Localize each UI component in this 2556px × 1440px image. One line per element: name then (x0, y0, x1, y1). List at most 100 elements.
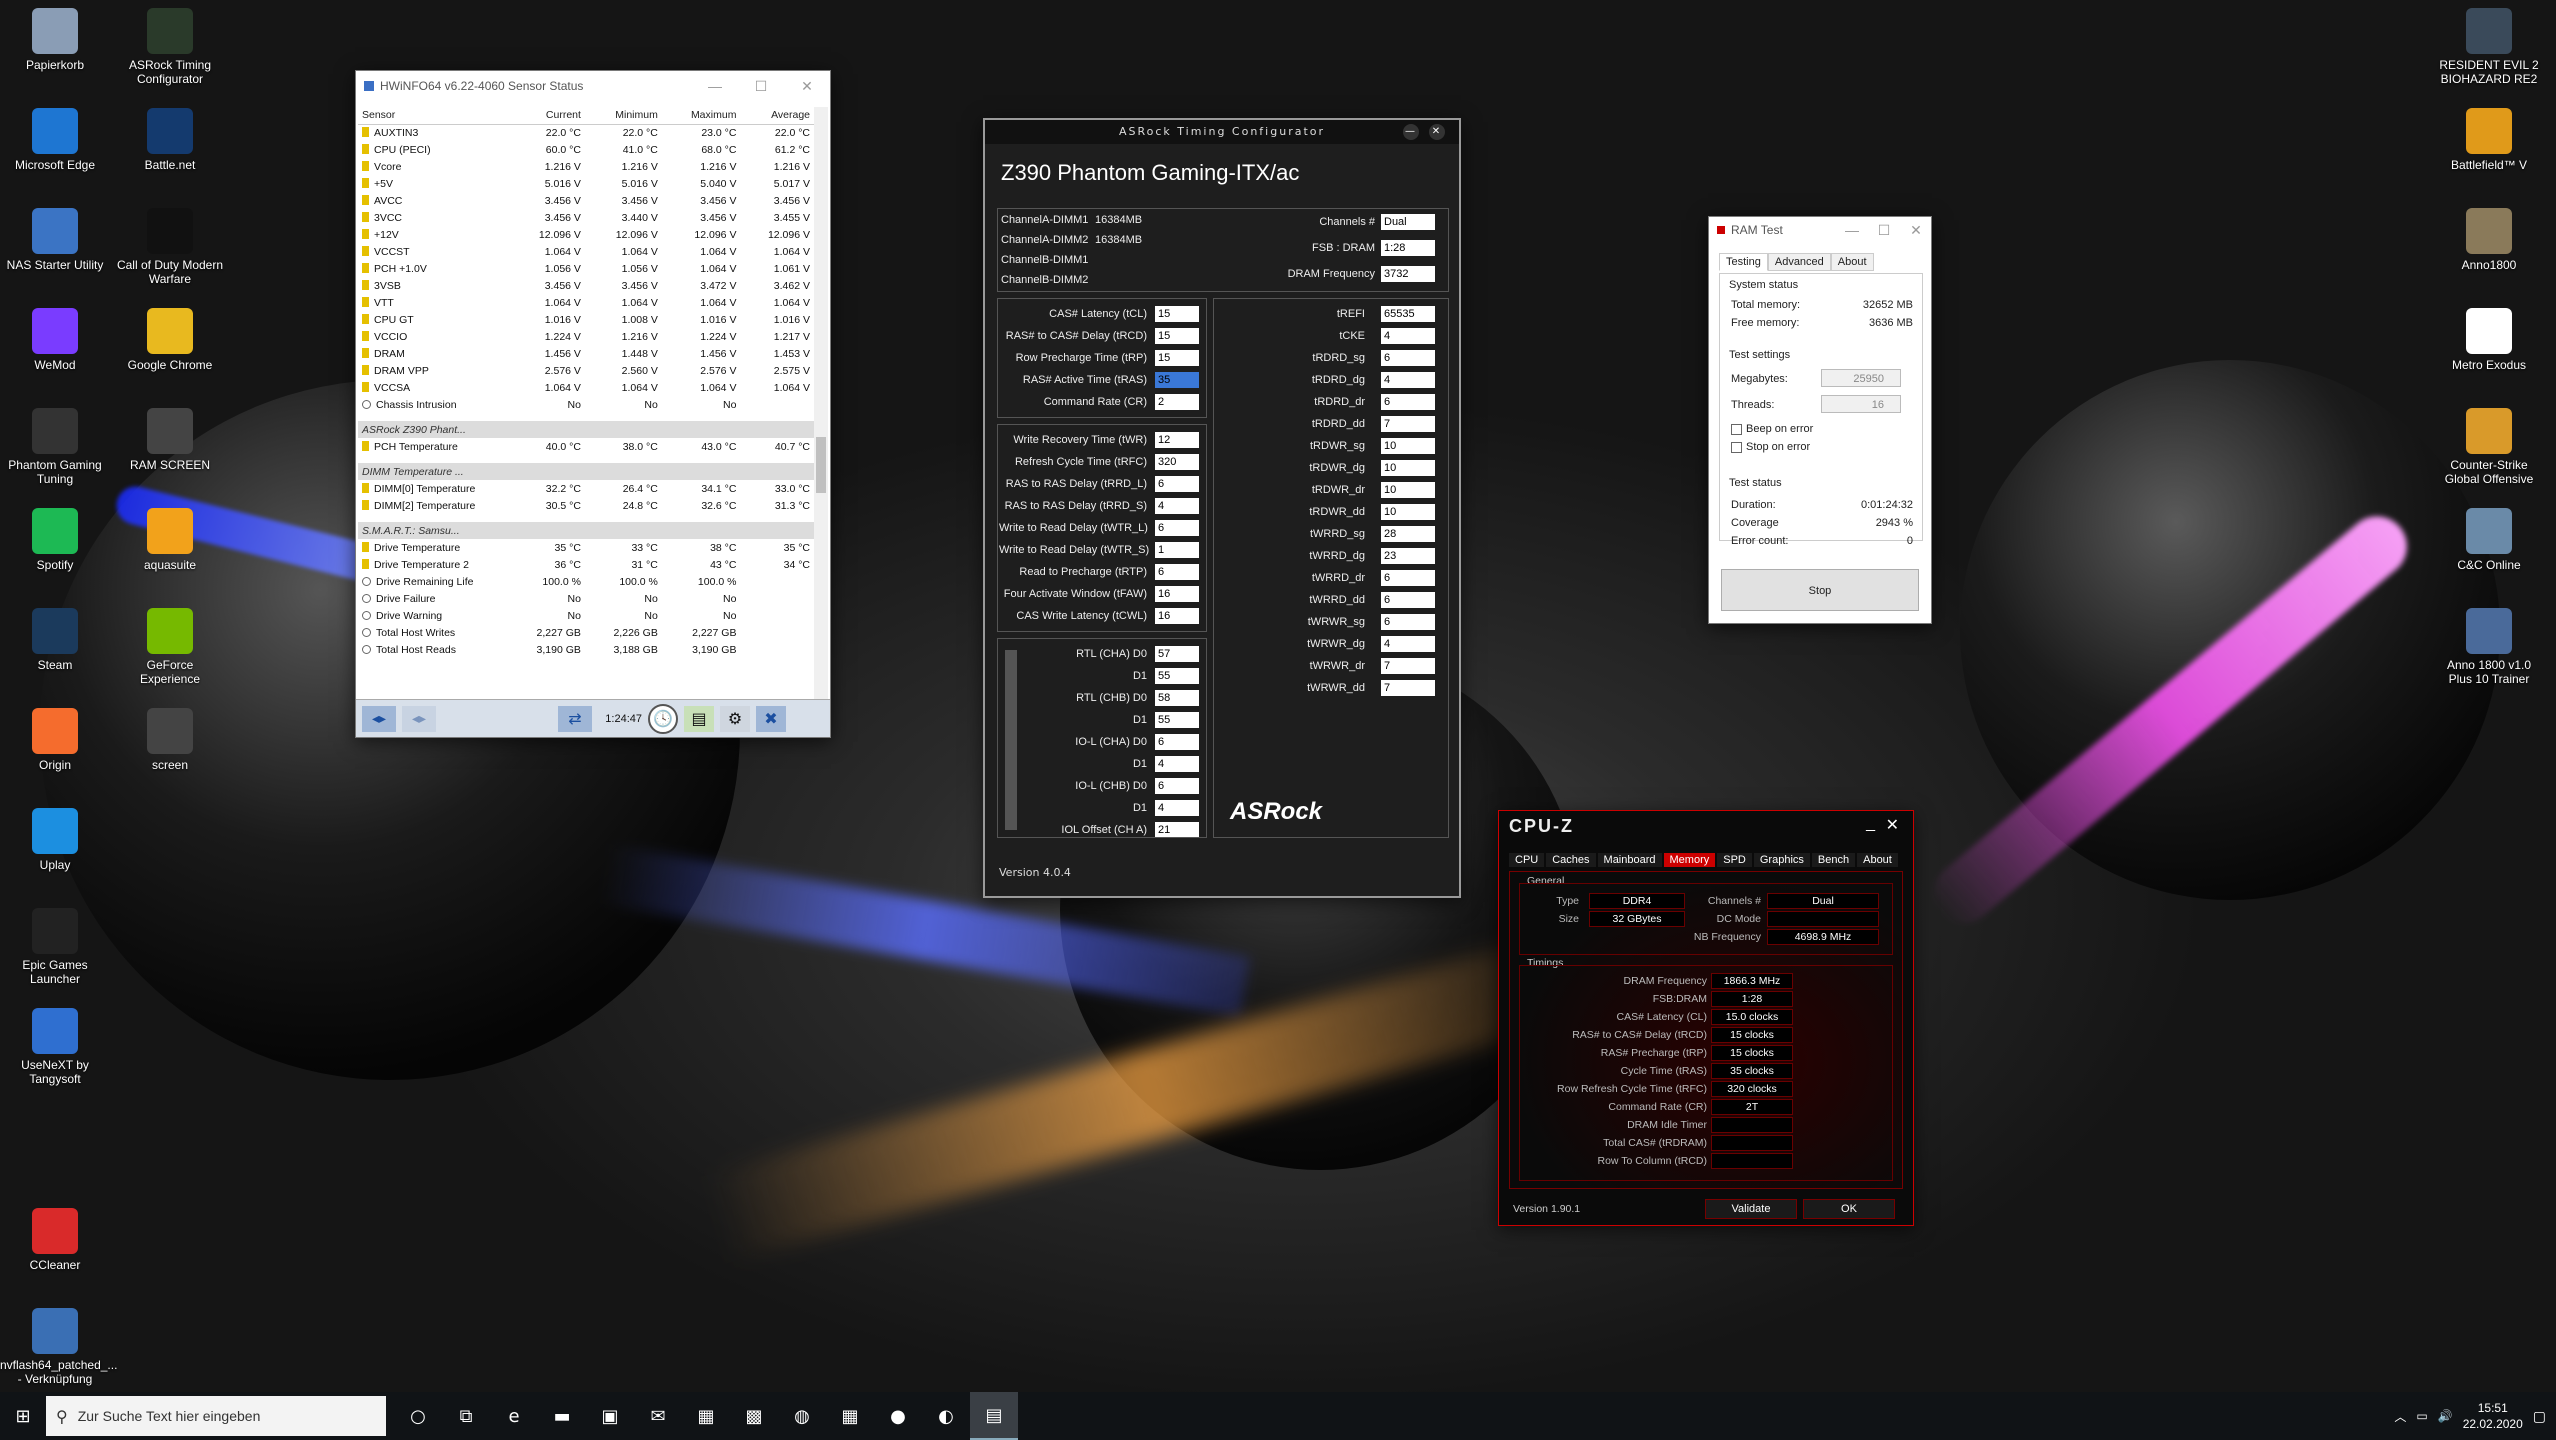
stop-button[interactable]: Stop (1721, 569, 1919, 611)
desktop-icon[interactable]: Phantom Gaming Tuning (0, 408, 110, 486)
desktop-icon[interactable]: Epic Games Launcher (0, 908, 110, 986)
beep-on-error-checkbox[interactable]: Beep on error (1731, 423, 1813, 435)
desktop-icon[interactable]: UseNeXT by Tangysoft (0, 1008, 110, 1086)
volume-icon[interactable]: 🔊 (2438, 1409, 2453, 1423)
task-view-icon[interactable]: ○ (394, 1392, 442, 1440)
sensor-group-header[interactable]: S.M.A.R.T.: Samsu... (358, 522, 814, 539)
tab-graphics[interactable]: Graphics (1753, 853, 1810, 867)
tab-about[interactable]: About (1857, 853, 1898, 867)
clock-icon[interactable]: 🕓 (648, 703, 678, 734)
table-row[interactable]: DRAM VPP 2.576 V 2.560 V 2.576 V 2.575 V (358, 362, 814, 379)
tab-testing[interactable]: Testing (1719, 253, 1768, 271)
mail-icon[interactable]: ✉ (634, 1392, 682, 1440)
table-row[interactable]: Chassis Intrusion No No No (358, 396, 814, 413)
close-button[interactable]: ✕ (1901, 217, 1931, 243)
tray-chevron-icon[interactable]: ︿ (2394, 1408, 2406, 1425)
table-row[interactable]: Drive Remaining Life 100.0 % 100.0 % 100.0 … (358, 573, 814, 590)
asrock-titlebar[interactable]: ASRock Timing Configurator — ✕ (985, 120, 1459, 144)
table-row[interactable]: CPU (PECI) 60.0 °C 41.0 °C 68.0 °C 61.2 °C (358, 141, 814, 158)
desktop-icon[interactable]: Microsoft Edge (0, 108, 110, 172)
tab-advanced[interactable]: Advanced (1767, 253, 1831, 271)
megabytes-input[interactable]: 25950 (1821, 369, 1901, 387)
hwinfo-scrollbar[interactable] (814, 107, 828, 701)
validate-button[interactable]: Validate (1705, 1199, 1797, 1219)
nav-arrows-icon[interactable]: ◂▸ (362, 705, 396, 732)
column-header[interactable]: Current (508, 107, 585, 125)
edge-icon[interactable]: e (490, 1392, 538, 1440)
desktop-icon[interactable]: NAS Starter Utility (0, 208, 110, 272)
desktop-icon[interactable]: Anno 1800 v1.0 Plus 10 Trainer (2434, 608, 2544, 686)
asrock-icon[interactable]: ▦ (682, 1392, 730, 1440)
close-x-icon[interactable]: ✖ (756, 705, 786, 732)
column-header[interactable]: Sensor (358, 107, 508, 125)
stop-on-error-checkbox[interactable]: Stop on error (1731, 441, 1810, 453)
table-row[interactable]: VCCIO 1.224 V 1.216 V 1.224 V 1.217 V (358, 328, 814, 345)
column-header[interactable]: Average (740, 107, 814, 125)
minimize-button[interactable]: — (1403, 124, 1419, 140)
ramtest-titlebar[interactable]: RAM Test — ☐ ✕ (1709, 217, 1931, 243)
report-icon[interactable]: ▤ (684, 705, 714, 732)
network-icon[interactable]: ⇄ (558, 705, 592, 732)
desktop-icon[interactable]: Battle.net (115, 108, 225, 172)
table-row[interactable]: DIMM[0] Temperature 32.2 °C 26.4 °C 34.1 °C… (358, 480, 814, 497)
table-row[interactable]: CPU GT 1.016 V 1.008 V 1.016 V 1.016 V (358, 311, 814, 328)
desktop-icon[interactable]: GeForce Experience (115, 608, 225, 686)
cpuz-titlebar[interactable]: CPU-Z _ ✕ (1499, 811, 1913, 841)
table-row[interactable]: Total Host Reads 3,190 GB 3,188 GB 3,190 GB (358, 641, 814, 658)
dram-frequency-field[interactable]: 3732 (1381, 266, 1435, 282)
channels-field[interactable]: Dual (1381, 214, 1435, 230)
tab-about[interactable]: About (1830, 253, 1874, 271)
desktop-icon[interactable]: Anno1800 (2434, 208, 2544, 272)
desktop-icon[interactable]: Spotify (0, 508, 110, 572)
tab-memory[interactable]: Memory (1663, 853, 1716, 867)
ccleaner-icon[interactable]: ◐ (922, 1392, 970, 1440)
nav-arrows-icon[interactable]: ◂▸ (402, 705, 436, 732)
desktop-icon[interactable]: Metro Exodus (2434, 308, 2544, 372)
task-view-icon[interactable]: ⧉ (442, 1392, 490, 1440)
column-header[interactable]: Maximum (661, 107, 741, 125)
maximize-button[interactable]: ☐ (738, 71, 784, 101)
close-button[interactable]: ✕ (1429, 124, 1445, 140)
table-row[interactable]: AUXTIN3 22.0 °C 22.0 °C 23.0 °C 22.0 °C (358, 124, 814, 141)
start-windows-icon[interactable]: ⊞ (0, 1392, 46, 1440)
tab-mainboard[interactable]: Mainboard (1597, 853, 1662, 867)
table-row[interactable]: DRAM 1.456 V 1.448 V 1.456 V 1.453 V (358, 345, 814, 362)
table-row[interactable]: 3VSB 3.456 V 3.456 V 3.472 V 3.462 V (358, 277, 814, 294)
table-row[interactable]: +12V 12.096 V 12.096 V 12.096 V 12.096 V (358, 226, 814, 243)
desktop-icon[interactable]: Google Chrome (115, 308, 225, 372)
aquasuite-icon[interactable]: ◍ (778, 1392, 826, 1440)
tab-caches[interactable]: Caches (1546, 853, 1596, 867)
maximize-button[interactable]: ☐ (1869, 217, 1899, 243)
desktop-icon[interactable]: RAM SCREEN (115, 408, 225, 472)
minimize-button[interactable]: — (692, 71, 738, 101)
desktop-icon[interactable]: WeMod (0, 308, 110, 372)
hwinfo-titlebar[interactable]: HWiNFO64 v6.22-4060 Sensor Status — ☐ ✕ (356, 71, 830, 101)
desktop-icon[interactable]: Counter-Strike Global Offensive (2434, 408, 2544, 486)
ok-button[interactable]: OK (1803, 1199, 1895, 1219)
origin-icon[interactable]: ● (874, 1392, 922, 1440)
desktop-icon[interactable]: C&C Online (2434, 508, 2544, 572)
table-row[interactable]: Drive Warning No No No (358, 607, 814, 624)
sensor-group-header[interactable]: DIMM Temperature ... (358, 463, 814, 480)
desktop-icon[interactable]: Battlefield™ V (2434, 108, 2544, 172)
notifications-icon[interactable]: ▢ (2533, 1408, 2546, 1425)
store-icon[interactable]: ▣ (586, 1392, 634, 1440)
file-explorer-icon[interactable]: ▬ (538, 1392, 586, 1440)
desktop-icon[interactable]: CCleaner (0, 1208, 110, 1272)
fsb-field[interactable]: 1:28 (1381, 240, 1435, 256)
tab-bench[interactable]: Bench (1811, 853, 1856, 867)
network-tray-icon[interactable]: ▭ (2416, 1409, 2427, 1423)
minimize-button[interactable]: _ (1866, 815, 1875, 833)
settings-gear-icon[interactable]: ⚙ (720, 705, 750, 732)
desktop-icon[interactable]: Steam (0, 608, 110, 672)
table-row[interactable]: PCH Temperature 40.0 °C 38.0 °C 43.0 °C 40.7… (358, 438, 814, 455)
desktop-icon[interactable]: nvflash64_patched_... - Verknüpfung (0, 1308, 117, 1386)
rtl-scrollbar[interactable] (1005, 650, 1017, 830)
table-row[interactable]: PCH +1.0V 1.056 V 1.056 V 1.064 V 1.061 V (358, 260, 814, 277)
table-row[interactable]: VCCST 1.064 V 1.064 V 1.064 V 1.064 V (358, 243, 814, 260)
desktop-icon[interactable]: Uplay (0, 808, 110, 872)
table-row[interactable]: Drive Temperature 2 36 °C 31 °C 43 °C 34 °C (358, 556, 814, 573)
search-box[interactable]: ⚲ Zur Suche Text hier eingeben (46, 1396, 386, 1436)
scrollbar-thumb[interactable] (816, 437, 826, 493)
tab-cpu[interactable]: CPU (1509, 853, 1545, 867)
